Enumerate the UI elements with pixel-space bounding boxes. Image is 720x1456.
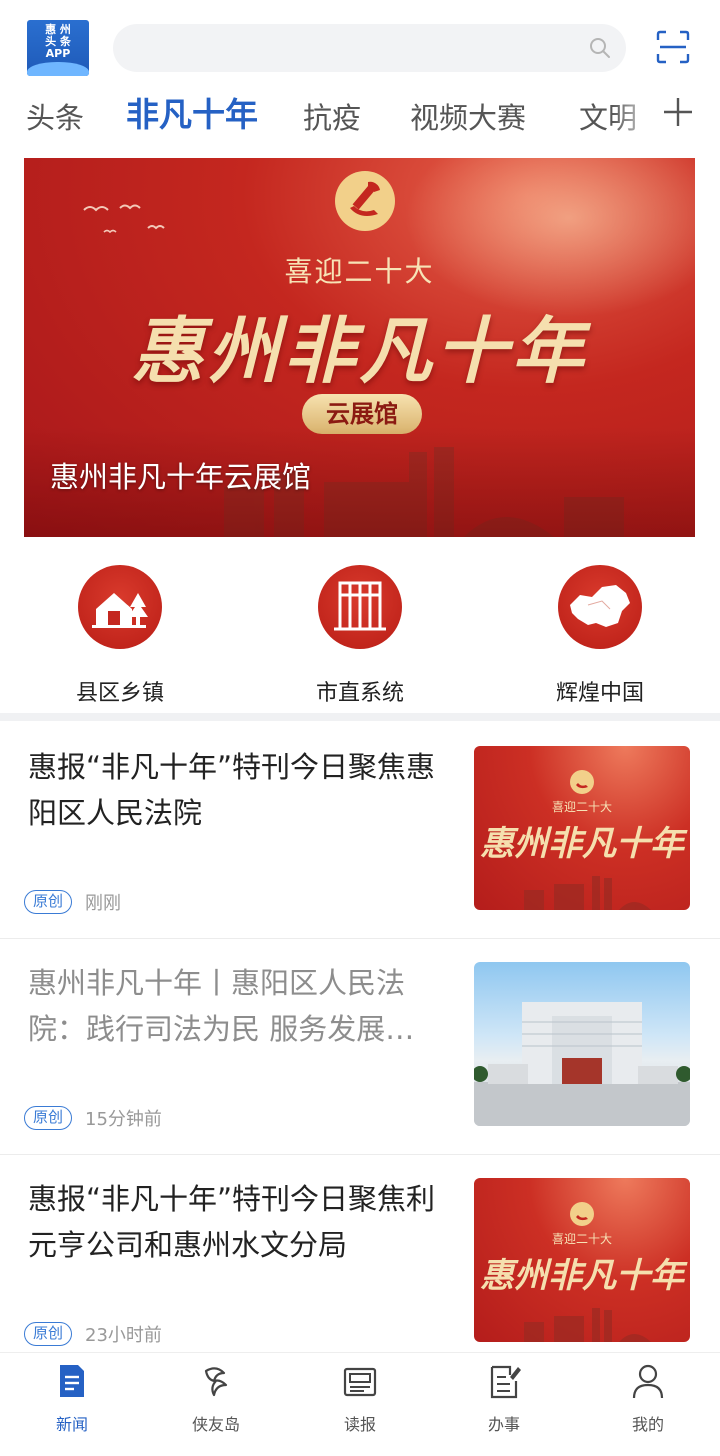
nav-profile[interactable]: 我的 xyxy=(576,1361,720,1435)
news-item[interactable]: 惠报“非凡十年”特刊今日聚焦利元亨公司和惠州水文分局 原创 23小时前 喜迎二十… xyxy=(0,1154,720,1370)
news-item[interactable]: 惠报“非凡十年”特刊今日聚焦惠阳区人民法院 原创 刚刚 喜迎二十大 惠州非凡十年 xyxy=(0,722,720,938)
news-time: 23小时前 xyxy=(85,1325,162,1346)
add-channel-icon[interactable] xyxy=(660,92,696,132)
nav-news[interactable]: 新闻 xyxy=(0,1361,144,1435)
logo-text: 惠 州 头 条 APP xyxy=(27,24,89,60)
news-meta: 原创 23小时前 xyxy=(24,1321,162,1347)
tab-anti-epidemic[interactable]: 抗疫 xyxy=(303,98,361,138)
news-title[interactable]: 惠报“非凡十年”特刊今日聚焦惠阳区人民法院 xyxy=(28,744,438,836)
nav-label: 侠友岛 xyxy=(191,1415,240,1434)
tab-fade xyxy=(612,90,660,148)
city-skyline xyxy=(524,876,651,910)
party-emblem-icon xyxy=(570,770,594,794)
poster-thumbnail: 喜迎二十大 惠州非凡十年 xyxy=(474,1178,690,1342)
quick-entry-label: 辉煌中国 xyxy=(555,681,644,706)
news-time: 刚刚 xyxy=(85,893,122,914)
nav-label: 我的 xyxy=(631,1415,664,1434)
city-skyline xyxy=(524,1308,651,1342)
channel-tabs: 头条 非凡十年 抗疫 视频大赛 文明 xyxy=(0,90,720,148)
house-tree-icon xyxy=(78,565,162,649)
section-divider xyxy=(0,713,720,721)
island-icon xyxy=(204,1367,228,1397)
news-item[interactable]: 惠州非凡十年丨惠阳区人民法院：践行司法为民 服务发展… 原创 15分钟前 xyxy=(0,938,720,1154)
app-header: 惠 州 头 条 APP xyxy=(0,0,720,90)
scan-icon[interactable] xyxy=(656,30,690,64)
news-meta: 原创 刚刚 xyxy=(24,889,121,915)
poster-subtitle: 喜迎二十大 xyxy=(551,1232,612,1246)
nav-label: 新闻 xyxy=(55,1415,88,1434)
quick-entry-label: 县区乡镇 xyxy=(75,681,164,706)
news-icon xyxy=(60,1365,84,1397)
original-badge: 原创 xyxy=(24,1106,73,1130)
building-icon xyxy=(318,565,402,649)
tab-headlines[interactable]: 头条 xyxy=(26,98,84,138)
nav-label: 办事 xyxy=(487,1415,520,1434)
logo-wave xyxy=(27,62,89,76)
banner-headline: 惠州非凡十年 xyxy=(131,308,588,393)
logo-line-3: APP xyxy=(45,47,71,60)
app-logo[interactable]: 惠 州 头 条 APP xyxy=(27,20,89,76)
news-meta: 原创 15分钟前 xyxy=(24,1105,162,1131)
tab-video-contest[interactable]: 视频大赛 xyxy=(410,98,526,138)
original-badge: 原创 xyxy=(24,890,73,914)
bottom-navigation: 新闻 侠友岛 读报 办事 我的 xyxy=(0,1352,720,1456)
banner-subtitle: 喜迎二十大 xyxy=(284,255,435,288)
poster-headline: 惠州非凡十年 xyxy=(480,824,684,864)
search-icon[interactable] xyxy=(588,36,612,60)
quick-entry-glorious-china[interactable]: 辉煌中国 xyxy=(480,565,720,707)
tab-extraordinary-decade[interactable]: 非凡十年 xyxy=(126,95,258,135)
party-emblem-icon xyxy=(570,1202,594,1226)
china-map-icon xyxy=(558,565,642,649)
news-title[interactable]: 惠州非凡十年丨惠阳区人民法院：践行司法为民 服务发展… xyxy=(28,960,438,1052)
nav-label: 读报 xyxy=(343,1415,376,1434)
nav-island[interactable]: 侠友岛 xyxy=(144,1361,288,1435)
quick-entry-counties[interactable]: 县区乡镇 xyxy=(0,565,240,707)
news-thumbnail[interactable] xyxy=(474,962,690,1126)
news-thumbnail[interactable]: 喜迎二十大 惠州非凡十年 xyxy=(474,746,690,910)
search-input[interactable] xyxy=(113,24,626,72)
newspaper-icon xyxy=(343,1367,377,1397)
task-icon xyxy=(490,1365,521,1399)
news-title[interactable]: 惠报“非凡十年”特刊今日聚焦利元亨公司和惠州水文分局 xyxy=(28,1176,438,1268)
nav-services[interactable]: 办事 xyxy=(432,1361,576,1435)
poster-thumbnail: 喜迎二十大 惠州非凡十年 xyxy=(474,746,690,910)
quick-entry-label: 市直系统 xyxy=(315,681,404,706)
news-thumbnail[interactable]: 喜迎二十大 惠州非凡十年 xyxy=(474,1178,690,1342)
hero-banner[interactable]: 喜迎二十大 惠州非凡十年 云展馆 惠州非凡十年云展馆 xyxy=(24,158,695,537)
party-emblem-icon xyxy=(335,171,395,231)
banner-caption: 惠州非凡十年云展馆 xyxy=(50,460,312,494)
quick-entry-municipal[interactable]: 市直系统 xyxy=(240,565,480,707)
original-badge: 原创 xyxy=(24,1322,73,1346)
nav-read-paper[interactable]: 读报 xyxy=(288,1361,432,1435)
poster-headline: 惠州非凡十年 xyxy=(480,1256,684,1296)
birds-decoration xyxy=(83,204,165,234)
quick-entries: 县区乡镇 市直系统 辉煌中国 xyxy=(0,555,720,707)
court-building-photo xyxy=(474,962,690,1126)
poster-subtitle: 喜迎二十大 xyxy=(551,800,612,814)
news-time: 15分钟前 xyxy=(85,1109,162,1130)
profile-icon xyxy=(632,1364,664,1399)
